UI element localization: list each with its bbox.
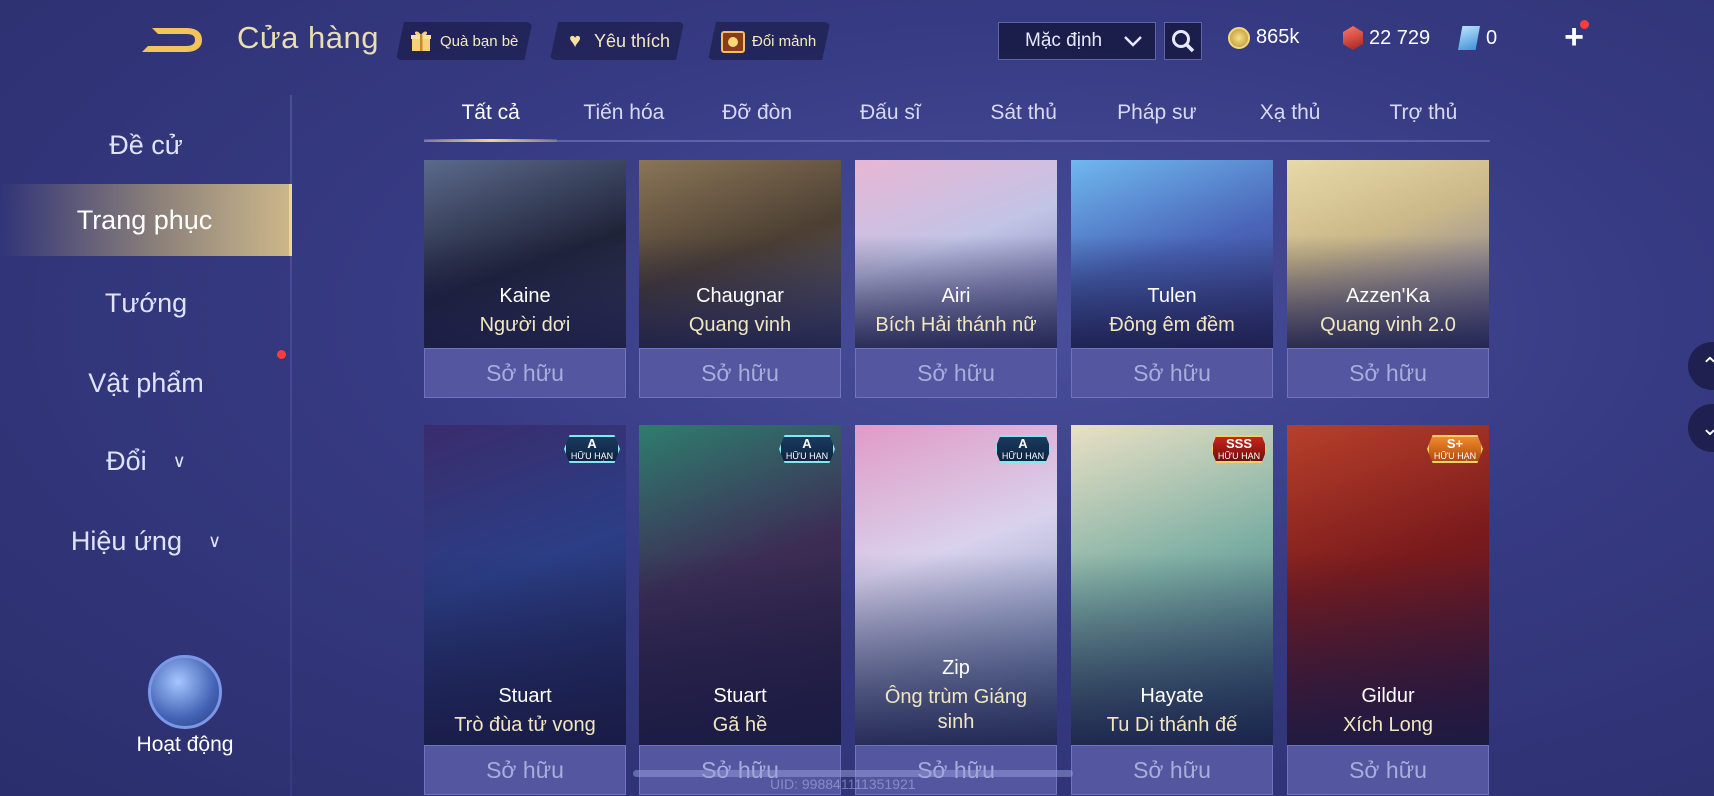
category-tabs: Tất cả Tiến hóa Đỡ đòn Đấu sĩ Sát thủ Ph… [424, 95, 1490, 142]
owned-status: Sở hữu [424, 348, 626, 398]
sidebar-item-effects[interactable]: Hiệu ứng ∨ [0, 505, 292, 577]
notification-dot [1580, 20, 1589, 29]
skin-name: Quang vinh 2.0 [1320, 314, 1456, 336]
limited-badge: A HỮU HẠN [995, 435, 1051, 463]
skin-card[interactable]: AHỮU HẠN Stuart Gã hề Sở hữu [639, 425, 841, 796]
owned-status: Sở hữu [424, 745, 626, 795]
skin-card[interactable]: Kaine Người dơi Sở hữu [424, 160, 626, 398]
sidebar-item-label: Tướng [104, 287, 188, 318]
skin-name: Gã hề [712, 714, 768, 736]
exchange-shards-label: Đổi mảnh [752, 32, 817, 50]
skin-name: Trò đùa tử vong [454, 714, 596, 736]
items-notification-dot [277, 350, 286, 359]
skin-name: Bích Hải thánh nữ [875, 314, 1037, 336]
sidebar-item-label: Trang phục [76, 204, 213, 235]
hero-name: Zip [942, 657, 970, 679]
hero-name: Hayate [1140, 685, 1204, 707]
hero-name: Stuart [713, 685, 767, 707]
sidebar-item-recommended[interactable]: Đề cử [0, 109, 292, 181]
limited-badge: S+ HỮU HẠN [1427, 435, 1483, 463]
search-icon [1172, 30, 1195, 53]
page-title: Cửa hàng [237, 20, 379, 55]
sidebar-item-label: Hiệu ứng [70, 525, 182, 556]
tab-support[interactable]: Trợ thủ [1357, 95, 1490, 140]
sidebar-item-label: Vật phẩm [88, 367, 204, 398]
hero-name: Tulen [1147, 285, 1197, 307]
skin-name: Ông trùm Giáng sinh [884, 686, 1028, 733]
hero-name: Kaine [499, 285, 551, 307]
gold-balance: 865k [1228, 26, 1299, 49]
sidebar-item-items[interactable]: Vật phẩm [0, 347, 292, 419]
sort-selected-value: Mặc định [1025, 30, 1103, 51]
tab-all[interactable]: Tất cả [424, 95, 558, 142]
tab-fighter[interactable]: Đấu sĩ [824, 95, 957, 140]
hero-name: Azzen'Ka [1346, 285, 1430, 307]
owned-status: Sở hữu [855, 348, 1057, 398]
quan-huy-amount: 0 [1486, 26, 1498, 49]
owned-status: Sở hữu [639, 348, 841, 398]
voucher-balance: 22 729 [1343, 26, 1430, 50]
sidebar-item-heroes[interactable]: Tướng [0, 267, 292, 339]
hero-name: Chaugnar [696, 285, 784, 307]
chevron-down-icon: ∨ [207, 530, 222, 551]
sidebar-item-label: Đổi [106, 445, 147, 476]
skin-card[interactable]: Airi Bích Hải thánh nữ Sở hữu [855, 160, 1057, 398]
friend-gift-button[interactable]: Quà bạn bè [396, 22, 532, 60]
activity-label: Hoạt động [136, 733, 234, 756]
heart-icon: ♥ [569, 29, 581, 52]
limited-badge: A HỮU HẠN [779, 435, 835, 463]
owned-status: Sở hữu [1287, 745, 1489, 795]
gift-icon [408, 28, 434, 54]
skin-name: Người dơi [479, 314, 571, 336]
skin-name: Đông êm đềm [1109, 314, 1235, 336]
owned-status: Sở hữu [1071, 348, 1273, 398]
sidebar-item-exchange[interactable]: Đổi ∨ [0, 425, 292, 497]
owned-status: Sở hữu [1287, 348, 1489, 398]
voucher-amount: 22 729 [1369, 26, 1431, 49]
gold-coin-icon [1228, 26, 1250, 49]
gold-amount: 865k [1256, 26, 1300, 48]
tab-assassin[interactable]: Sát thủ [957, 95, 1090, 140]
activity-button[interactable]: Hoạt động [130, 655, 240, 756]
chevron-down-icon: ∨ [172, 450, 186, 471]
limited-badge: SSS HỮU HẠN [1211, 435, 1267, 463]
quan-huy-balance: 0 [1458, 26, 1497, 50]
hero-name: Stuart [498, 685, 552, 707]
favorites-label: Yêu thích [594, 30, 671, 51]
tab-tank[interactable]: Đỡ đòn [691, 95, 824, 140]
skin-card[interactable]: S+ HỮU HẠN Gildur Xích Long Sở hữu [1287, 425, 1489, 796]
hero-name: Gildur [1361, 685, 1415, 707]
tab-marksman[interactable]: Xạ thủ [1224, 95, 1357, 140]
search-button[interactable] [1164, 22, 1202, 60]
skin-card[interactable]: Azzen'Ka Quang vinh 2.0 Sở hữu [1287, 160, 1489, 398]
quan-huy-icon [1458, 26, 1480, 50]
limited-badge: A HỮU HẠN [564, 435, 620, 463]
skin-card[interactable]: SSS HỮU HẠN Hayate Tu Di thánh đế Sở hữu [1071, 425, 1273, 796]
sort-dropdown[interactable]: Mặc định [998, 22, 1156, 60]
tab-mage[interactable]: Pháp sư [1090, 95, 1223, 140]
uid-label: UID: 998841111351921 [770, 776, 916, 792]
skin-card[interactable]: Tulen Đông êm đềm Sở hữu [1071, 160, 1273, 398]
owned-status: Sở hữu [1071, 745, 1273, 795]
skin-name: Xích Long [1342, 714, 1434, 736]
skin-card[interactable]: A HỮU HẠN Stuart Trò đùa tử vong Sở hữu [424, 425, 626, 796]
sidebar-item-costumes[interactable]: Trang phục [0, 184, 292, 256]
skin-card[interactable]: Chaugnar Quang vinh Sở hữu [639, 160, 841, 398]
sidebar-item-label: Đề cử [109, 129, 183, 160]
back-logo-icon[interactable] [138, 22, 208, 60]
scroll-down-icon[interactable]: ⌄ [1688, 404, 1714, 452]
skin-card[interactable]: AHỮU HẠN Zip Ông trùm Giáng sinh Sở hữu [855, 425, 1057, 796]
skin-name: Quang vinh [688, 314, 792, 336]
friend-gift-label: Quà bạn bè [440, 32, 519, 50]
tab-evolution[interactable]: Tiến hóa [557, 95, 690, 140]
skin-name: Tu Di thánh đế [1106, 714, 1238, 736]
exchange-shards-button[interactable]: Đổi mảnh [708, 22, 830, 60]
activity-icon [148, 655, 222, 729]
chevron-down-icon [1124, 36, 1142, 47]
scroll-up-icon[interactable]: ⌃ [1688, 342, 1714, 390]
voucher-gem-icon [1343, 26, 1363, 50]
favorites-button[interactable]: ♥ Yêu thích [550, 22, 684, 60]
hero-name: Airi [941, 285, 971, 307]
shard-chest-icon [720, 28, 746, 54]
